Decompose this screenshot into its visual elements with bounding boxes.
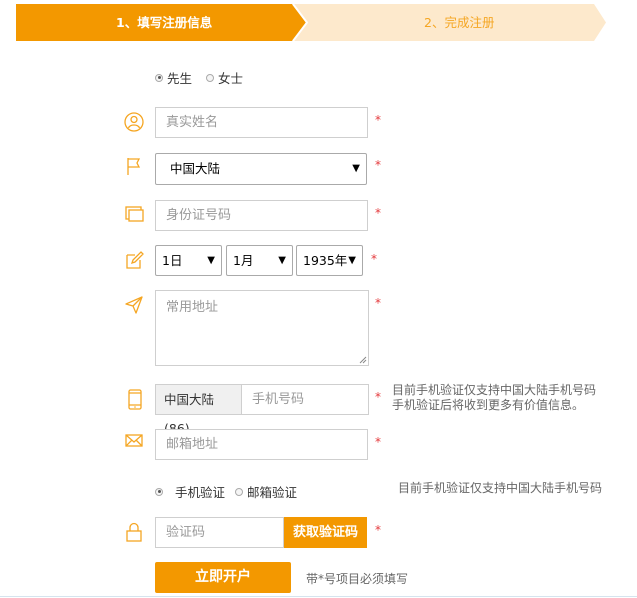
flag-icon bbox=[123, 155, 145, 177]
name-input[interactable]: 真实姓名 bbox=[155, 107, 368, 138]
required-mark-email: * bbox=[375, 435, 381, 449]
required-mark-name: * bbox=[375, 113, 381, 127]
birth-year-value: 1935年 bbox=[303, 253, 348, 268]
required-mark-id: * bbox=[375, 206, 381, 220]
birth-day-select[interactable]: 1日 ▼ bbox=[155, 245, 222, 276]
chevron-down-icon: ▼ bbox=[348, 255, 356, 266]
required-mark-code: * bbox=[375, 523, 381, 537]
verify-phone-label[interactable]: 手机验证 bbox=[175, 482, 225, 501]
phone-input[interactable]: 手机号码 bbox=[241, 384, 369, 415]
lock-icon bbox=[123, 521, 145, 543]
chevron-down-icon: ▼ bbox=[207, 255, 215, 266]
mail-icon bbox=[123, 430, 145, 452]
send-icon bbox=[123, 294, 145, 316]
required-note: 带*号项目必须填写 bbox=[306, 572, 409, 586]
verify-hint: 目前手机验证仅支持中国大陆手机号码 bbox=[398, 481, 603, 495]
phone-country-prefix[interactable]: 中国大陆(86) bbox=[155, 384, 241, 436]
required-mark-birth: * bbox=[371, 252, 377, 266]
verify-method-group: 手机验证 邮箱验证 bbox=[155, 482, 297, 501]
chevron-down-icon: ▼ bbox=[278, 255, 286, 266]
phone-hint-line-1: 目前手机验证仅支持中国大陆手机号码 bbox=[392, 383, 597, 397]
birth-day-value: 1日 bbox=[162, 253, 183, 268]
resize-handle-icon[interactable] bbox=[359, 356, 367, 364]
birth-year-select[interactable]: 1935年 ▼ bbox=[296, 245, 363, 276]
edit-icon bbox=[123, 249, 145, 271]
birth-month-value: 1月 bbox=[233, 253, 254, 268]
verify-email-radio[interactable] bbox=[235, 487, 244, 496]
bottom-divider bbox=[0, 596, 637, 597]
get-code-button[interactable]: 获取验证码 bbox=[284, 517, 367, 548]
gender-group: 先生 女士 bbox=[155, 68, 243, 87]
id-card-icon bbox=[123, 203, 145, 225]
id-number-input[interactable]: 身份证号码 bbox=[155, 200, 368, 231]
verify-phone-radio[interactable] bbox=[155, 487, 163, 496]
email-input[interactable]: 邮箱地址 bbox=[155, 429, 368, 460]
chevron-down-icon: ▼ bbox=[352, 163, 360, 174]
address-textarea[interactable]: 常用地址 bbox=[155, 290, 369, 366]
required-mark-phone: * bbox=[375, 390, 381, 404]
region-select[interactable]: 中国大陆 ▼ bbox=[155, 153, 367, 185]
mobile-icon bbox=[124, 388, 146, 410]
open-account-button[interactable]: 立即开户 bbox=[155, 562, 291, 593]
gender-male-radio[interactable] bbox=[155, 73, 163, 82]
birth-month-select[interactable]: 1月 ▼ bbox=[226, 245, 293, 276]
address-placeholder: 常用地址 bbox=[166, 300, 219, 315]
phone-hint: 目前手机验证仅支持中国大陆手机号码 手机验证后将收到更多有价值信息。 bbox=[392, 383, 596, 413]
step-1-label: 1、填写注册信息 bbox=[116, 15, 213, 30]
required-mark-address: * bbox=[375, 296, 381, 310]
region-select-value: 中国大陆 bbox=[170, 161, 221, 176]
required-mark-region: * bbox=[375, 158, 381, 172]
verification-code-input[interactable]: 验证码 bbox=[155, 517, 284, 548]
verify-email-label[interactable]: 邮箱验证 bbox=[247, 482, 297, 501]
gender-female-radio[interactable] bbox=[206, 73, 215, 82]
step-2-label: 2、完成注册 bbox=[424, 15, 495, 30]
user-icon bbox=[123, 111, 145, 133]
gender-female-label[interactable]: 女士 bbox=[218, 68, 243, 87]
gender-male-label[interactable]: 先生 bbox=[167, 68, 192, 87]
steps-bar: 1、填写注册信息 2、完成注册 bbox=[16, 4, 606, 41]
phone-hint-line-2: 手机验证后将收到更多有价值信息。 bbox=[392, 398, 585, 412]
